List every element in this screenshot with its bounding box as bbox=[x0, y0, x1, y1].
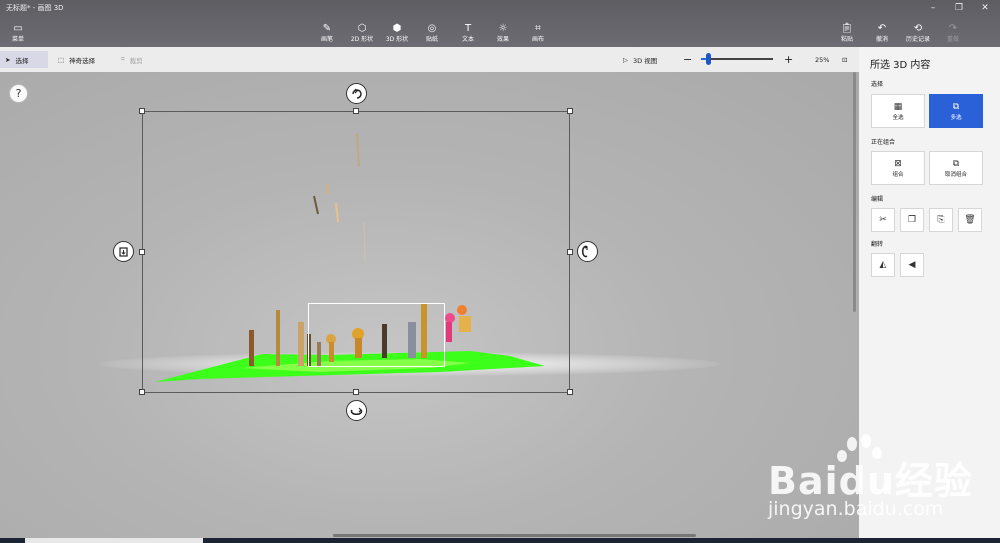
crop-icon: ⌗ bbox=[121, 55, 125, 63]
paste-icon: ⎘ bbox=[937, 215, 945, 225]
copy-icon: ❐ bbox=[907, 215, 917, 225]
stickers-icon: ◎ bbox=[427, 23, 437, 34]
canvas-icon: ⌗ bbox=[535, 23, 541, 34]
paste-panel-button[interactable]: ⎘ bbox=[929, 208, 953, 232]
paste-button[interactable]: 📋︎ 粘贴 bbox=[830, 22, 864, 46]
tool-text[interactable]: T 文本 bbox=[451, 22, 485, 46]
watermark-url: jingyan.baidu.com bbox=[768, 498, 944, 520]
resize-handle-left[interactable] bbox=[139, 249, 145, 255]
baidu-watermark: Baidu经验 jingyan.baidu.com bbox=[760, 432, 1000, 532]
plus-icon: + bbox=[784, 53, 794, 66]
canvas-area[interactable]: ? bbox=[0, 72, 859, 538]
tool-brush[interactable]: ✎ 画笔 bbox=[310, 22, 344, 46]
fit-to-window-button[interactable]: ⊡ bbox=[837, 51, 852, 68]
flip-horizontal-icon: ◭ bbox=[879, 260, 887, 270]
resize-handle-right[interactable] bbox=[567, 249, 573, 255]
multi-select-button[interactable]: ⧉ 多选 bbox=[929, 94, 983, 128]
flip-vertical-button[interactable]: ◀ bbox=[900, 253, 924, 277]
ungroup-button[interactable]: ⧉ 取消组合 bbox=[929, 151, 983, 185]
tool-3d-shapes[interactable]: ⬢ 3D 形状 bbox=[380, 22, 414, 46]
rotate-z-handle[interactable] bbox=[346, 400, 367, 421]
section-edit-title: 编辑 bbox=[871, 196, 884, 203]
delete-button[interactable]: 🗑︎ bbox=[958, 208, 982, 232]
rotate-icon bbox=[352, 88, 362, 99]
selection-toolbar: ➤ 选择 ⬚ 神奇选择 ⌗ 裁剪 ▷ 3D 视图 − + 25% ⊡ bbox=[0, 47, 859, 72]
flip-vertical-icon: ◀ bbox=[908, 260, 916, 270]
scissors-icon: ✂ bbox=[879, 215, 887, 225]
3d-shapes-icon: ⬢ bbox=[392, 23, 402, 34]
rotate-icon bbox=[581, 245, 588, 258]
vertical-scrollbar[interactable] bbox=[853, 72, 856, 312]
rotate-x-handle[interactable] bbox=[346, 83, 367, 104]
history-icon: ⟲ bbox=[913, 23, 923, 34]
zoom-slider-thumb[interactable] bbox=[706, 53, 712, 65]
resize-handle-top-right[interactable] bbox=[567, 108, 573, 114]
section-select-title: 选择 bbox=[871, 81, 884, 88]
cut-button[interactable]: ✂ bbox=[871, 208, 895, 232]
3d-view-icon: ▷ bbox=[623, 55, 628, 64]
redo-icon: ↷ bbox=[948, 23, 958, 34]
trash-icon: 🗑︎ bbox=[964, 215, 976, 225]
cursor-icon: ➤ bbox=[5, 55, 11, 64]
window-title: 无标题* - 画图 3D bbox=[6, 4, 64, 12]
resize-handle-bottom[interactable] bbox=[353, 389, 359, 395]
undo-icon: ↶ bbox=[877, 23, 887, 34]
resize-handle-bottom-left[interactable] bbox=[139, 389, 145, 395]
select-tool-button[interactable]: ➤ 选择 bbox=[0, 51, 48, 68]
rotate-y-handle[interactable] bbox=[577, 241, 598, 262]
section-flip-title: 翻转 bbox=[871, 241, 884, 248]
folder-icon: ▭ bbox=[13, 23, 23, 34]
select-all-icon: ▦ bbox=[893, 102, 903, 112]
maximize-button[interactable]: ❐ bbox=[951, 2, 967, 14]
depth-handle[interactable] bbox=[113, 241, 134, 262]
push-back-icon bbox=[119, 247, 128, 257]
tool-2d-shapes[interactable]: ⬡ 2D 形状 bbox=[345, 22, 379, 46]
selection-box[interactable] bbox=[139, 108, 573, 395]
close-button[interactable]: ✕ bbox=[977, 2, 993, 14]
magic-select-icon: ⬚ bbox=[58, 55, 65, 64]
resize-handle-top-left[interactable] bbox=[139, 108, 145, 114]
brush-icon: ✎ bbox=[322, 23, 332, 34]
redo-button[interactable]: ↷ 重做 bbox=[936, 22, 970, 46]
zoom-level: 25% bbox=[815, 55, 830, 64]
multi-select-icon: ⧉ bbox=[952, 102, 960, 112]
resize-handle-top[interactable] bbox=[353, 108, 359, 114]
flip-horizontal-button[interactable]: ◭ bbox=[871, 253, 895, 277]
zoom-in-button[interactable]: + bbox=[779, 51, 798, 68]
resize-handle-bottom-right[interactable] bbox=[567, 389, 573, 395]
rotate-icon bbox=[350, 407, 363, 416]
panel-title: 所选 3D 内容 bbox=[870, 60, 931, 71]
fit-window-icon: ⊡ bbox=[842, 55, 848, 64]
tool-effects[interactable]: ☼ 效果 bbox=[486, 22, 520, 46]
taskbar-edge bbox=[0, 538, 1000, 543]
tool-canvas[interactable]: ⌗ 画布 bbox=[521, 22, 555, 46]
section-group-title: 正在组合 bbox=[871, 139, 896, 146]
effects-icon: ☼ bbox=[498, 23, 508, 34]
paste-icon: 📋︎ bbox=[840, 23, 854, 34]
history-button[interactable]: ⟲ 历史记录 bbox=[901, 22, 935, 46]
text-icon: T bbox=[464, 23, 472, 34]
group-button[interactable]: ⊠ 组合 bbox=[871, 151, 925, 185]
magic-select-button[interactable]: ⬚ 神奇选择 bbox=[53, 51, 100, 68]
menu-button[interactable]: ▭ 菜单 bbox=[1, 22, 35, 46]
minimize-button[interactable]: – bbox=[925, 2, 941, 14]
undo-button[interactable]: ↶ 撤消 bbox=[865, 22, 899, 46]
crop-button[interactable]: ⌗ 裁剪 bbox=[116, 51, 148, 68]
horizontal-scrollbar[interactable] bbox=[333, 534, 696, 537]
ungroup-icon: ⧉ bbox=[952, 159, 960, 169]
select-all-button[interactable]: ▦ 全选 bbox=[871, 94, 925, 128]
minus-icon: − bbox=[683, 53, 693, 66]
2d-shapes-icon: ⬡ bbox=[357, 23, 367, 34]
group-icon: ⊠ bbox=[894, 159, 902, 169]
zoom-out-button[interactable]: − bbox=[678, 51, 697, 68]
3d-view-button[interactable]: ▷ 3D 视图 bbox=[618, 51, 662, 68]
app-toolbar: 无标题* - 画图 3D – ❐ ✕ ▭ 菜单 ✎ 画笔 ⬡ 2D 形状 ⬢ 3… bbox=[0, 0, 1000, 47]
copy-button[interactable]: ❐ bbox=[900, 208, 924, 232]
watermark-brand: Baidu经验 bbox=[768, 459, 973, 503]
tool-stickers[interactable]: ◎ 贴纸 bbox=[415, 22, 449, 46]
zoom-slider[interactable] bbox=[701, 53, 773, 65]
